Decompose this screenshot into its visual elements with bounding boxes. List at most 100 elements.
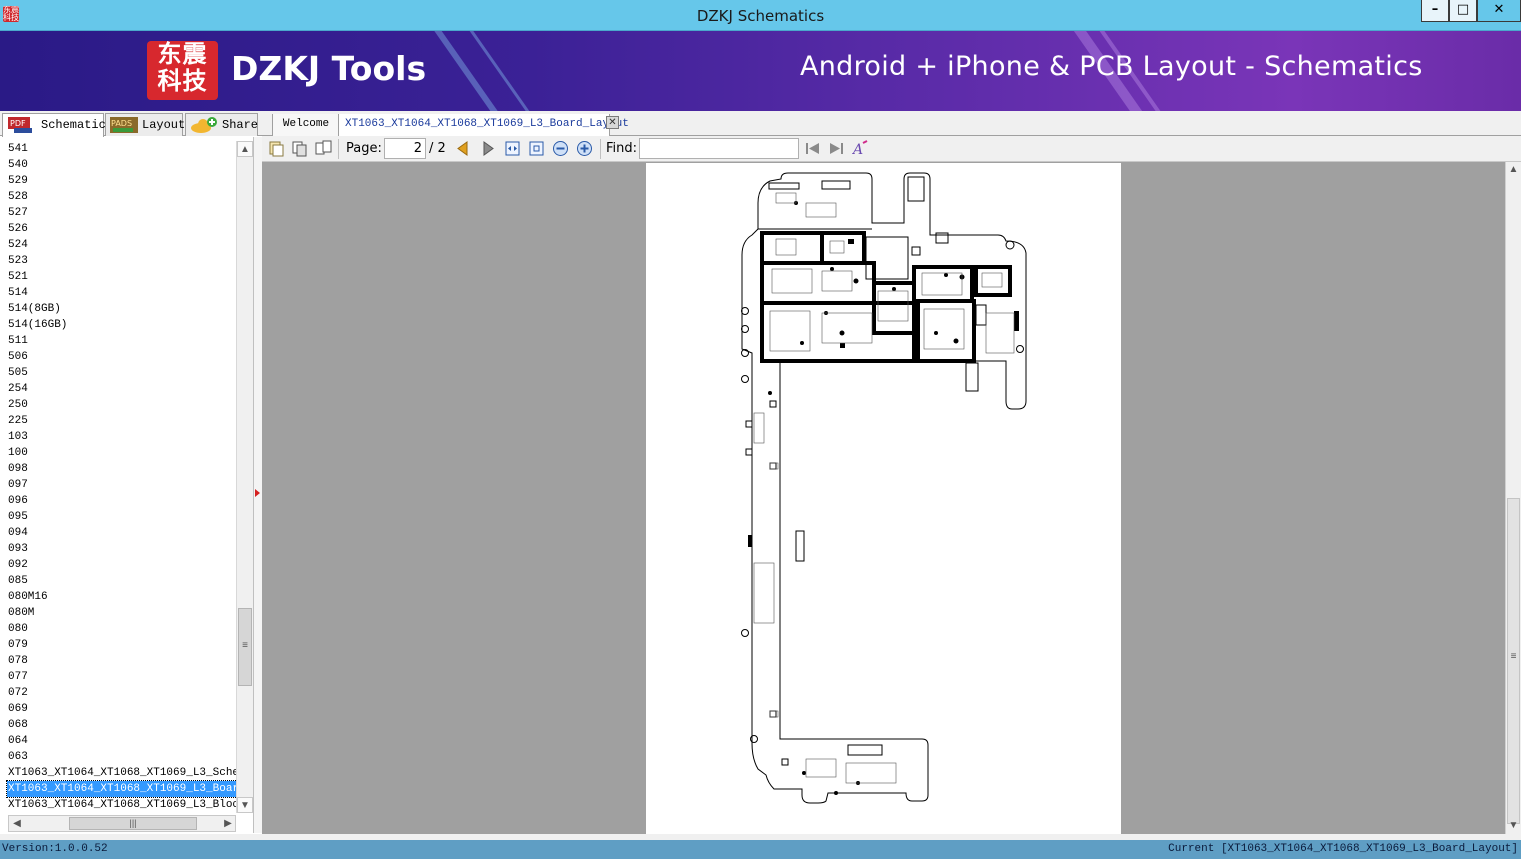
close-button[interactable]: ✕ xyxy=(1477,0,1521,22)
find-prev-icon[interactable] xyxy=(804,140,821,157)
list-item[interactable]: 514 xyxy=(0,285,237,301)
prev-page-icon[interactable] xyxy=(454,140,471,157)
list-item[interactable]: 514(8GB) xyxy=(0,301,237,317)
list-item[interactable]: 523 xyxy=(0,253,237,269)
list-item[interactable]: 096 xyxy=(0,493,237,509)
list-item[interactable]: 540 xyxy=(0,157,237,173)
list-item[interactable]: 072 xyxy=(0,685,237,701)
list-item[interactable]: 078 xyxy=(0,653,237,669)
banner-tagline: Android + iPhone & PCB Layout - Schemati… xyxy=(800,51,1423,82)
list-item[interactable]: 095 xyxy=(0,509,237,525)
list-item[interactable]: 092 xyxy=(0,557,237,573)
list-item[interactable]: 528 xyxy=(0,189,237,205)
scroll-left-icon[interactable]: ◀ xyxy=(9,816,25,831)
tab-label: Schematic xyxy=(41,118,106,132)
list-item[interactable]: 094 xyxy=(0,525,237,541)
toolbar-separator xyxy=(600,139,601,159)
list-vertical-scrollbar[interactable]: ▲ ≡ ▼ xyxy=(236,141,253,813)
list-item[interactable]: 080M16 xyxy=(0,589,237,605)
list-item[interactable]: 521 xyxy=(0,269,237,285)
list-item[interactable]: 506 xyxy=(0,349,237,365)
scroll-down-icon[interactable]: ▼ xyxy=(237,797,253,813)
page-total: / 2 xyxy=(429,141,446,156)
viewer-vertical-scrollbar[interactable]: ▲ ≡ ▼ xyxy=(1505,162,1521,834)
list-item[interactable]: 529 xyxy=(0,173,237,189)
find-next-icon[interactable] xyxy=(828,140,845,157)
tab-label: Layout xyxy=(142,118,186,132)
list-item[interactable]: 093 xyxy=(0,541,237,557)
list-item[interactable]: 511 xyxy=(0,333,237,349)
document-tab-bar: Welcome XT1063_XT1064_XT1068_XT1069_L3_B… xyxy=(262,111,1521,136)
copy-page-icon[interactable] xyxy=(291,140,308,157)
file-list-panel: 541 540 529 528 527 526 524 523 521 514 514(8GB) 51… xyxy=(0,137,254,833)
paste-icon[interactable] xyxy=(315,140,332,157)
list-item[interactable]: 103 xyxy=(0,429,237,445)
page-label: Page: xyxy=(346,141,382,156)
title-bar: 东震科技 DZKJ Schematics – □ ✕ xyxy=(0,0,1521,31)
tab-welcome[interactable]: Welcome xyxy=(272,114,340,136)
tab-close-icon[interactable]: ✕ xyxy=(606,116,619,129)
scroll-up-icon[interactable]: ▲ xyxy=(1506,162,1521,178)
tab-layout[interactable]: PADS Layout xyxy=(105,113,186,136)
left-tab-bar: PDF Schematic PADS Layout Share xyxy=(0,111,262,137)
scroll-thumb[interactable]: ≡ xyxy=(1507,498,1520,824)
tab-label: Share xyxy=(222,118,259,132)
list-item[interactable]: 079 xyxy=(0,637,237,653)
list-item[interactable]: 505 xyxy=(0,365,237,381)
cloud-share-icon xyxy=(191,117,217,133)
find-label: Find: xyxy=(606,141,638,156)
list-item-selected[interactable]: XT1063_XT1064_XT1068_XT1069_L3_Board_Lay… xyxy=(6,780,237,798)
panel-splitter[interactable] xyxy=(254,137,262,833)
banner-decoration xyxy=(430,31,516,111)
next-page-icon[interactable] xyxy=(480,140,497,157)
list-item[interactable]: 068 xyxy=(0,717,237,733)
list-item[interactable]: 080 xyxy=(0,621,237,637)
list-item[interactable]: 254 xyxy=(0,381,237,397)
list-item[interactable]: 097 xyxy=(0,477,237,493)
zoom-in-icon[interactable] xyxy=(576,140,593,157)
tab-share[interactable]: Share xyxy=(185,113,258,136)
maximize-button[interactable]: □ xyxy=(1449,0,1477,22)
scroll-up-icon[interactable]: ▲ xyxy=(237,141,253,157)
collapse-arrow-icon[interactable] xyxy=(255,489,260,497)
copy-icon[interactable] xyxy=(268,140,285,157)
scroll-right-icon[interactable]: ▶ xyxy=(220,816,236,831)
scroll-thumb[interactable]: ||| xyxy=(69,817,197,830)
list-item[interactable]: 080M xyxy=(0,605,237,621)
brand-name: DZKJ Tools xyxy=(231,49,427,88)
svg-text:PADS: PADS xyxy=(111,119,132,128)
highlight-icon[interactable]: A xyxy=(852,140,869,157)
list-item[interactable]: 100 xyxy=(0,445,237,461)
pads-icon: PADS xyxy=(110,117,138,133)
list-item[interactable]: 077 xyxy=(0,669,237,685)
window-title: DZKJ Schematics xyxy=(696,7,825,25)
pdf-icon: PDF xyxy=(8,117,32,133)
minimize-button[interactable]: – xyxy=(1421,0,1449,22)
svg-text:A: A xyxy=(852,142,863,157)
fit-width-icon[interactable] xyxy=(504,140,521,157)
list-item[interactable]: 069 xyxy=(0,701,237,717)
tab-board-layout[interactable]: XT1063_XT1064_XT1068_XT1069_L3_Board_Lay… xyxy=(338,114,629,136)
tab-schematic[interactable]: PDF Schematic xyxy=(2,113,106,137)
fit-page-icon[interactable] xyxy=(528,140,545,157)
zoom-out-icon[interactable] xyxy=(552,140,569,157)
list-item[interactable]: 514(16GB) xyxy=(0,317,237,333)
find-input[interactable] xyxy=(639,138,799,159)
list-item[interactable]: 063 xyxy=(0,749,237,765)
list-item[interactable]: 225 xyxy=(0,413,237,429)
list-item[interactable]: XT1063_XT1064_XT1068_XT1069_L3_Schematic xyxy=(0,765,237,781)
list-item[interactable]: 064 xyxy=(0,733,237,749)
list-item[interactable]: 527 xyxy=(0,205,237,221)
list-item[interactable]: XT1063_XT1064_XT1068_XT1069_L3_Block_Dia… xyxy=(0,797,237,811)
list-item[interactable]: 085 xyxy=(0,573,237,589)
scroll-down-icon[interactable]: ▼ xyxy=(1506,818,1521,834)
list-item[interactable]: 250 xyxy=(0,397,237,413)
list-horizontal-scrollbar[interactable]: ◀ ||| ▶ xyxy=(8,815,236,832)
list-item[interactable]: 541 xyxy=(0,141,237,157)
page-number-input[interactable] xyxy=(384,138,426,159)
list-item[interactable]: 098 xyxy=(0,461,237,477)
list-item[interactable]: 524 xyxy=(0,237,237,253)
document-viewer[interactable] xyxy=(262,162,1505,834)
list-item[interactable]: 526 xyxy=(0,221,237,237)
scroll-thumb[interactable]: ≡ xyxy=(238,608,252,686)
